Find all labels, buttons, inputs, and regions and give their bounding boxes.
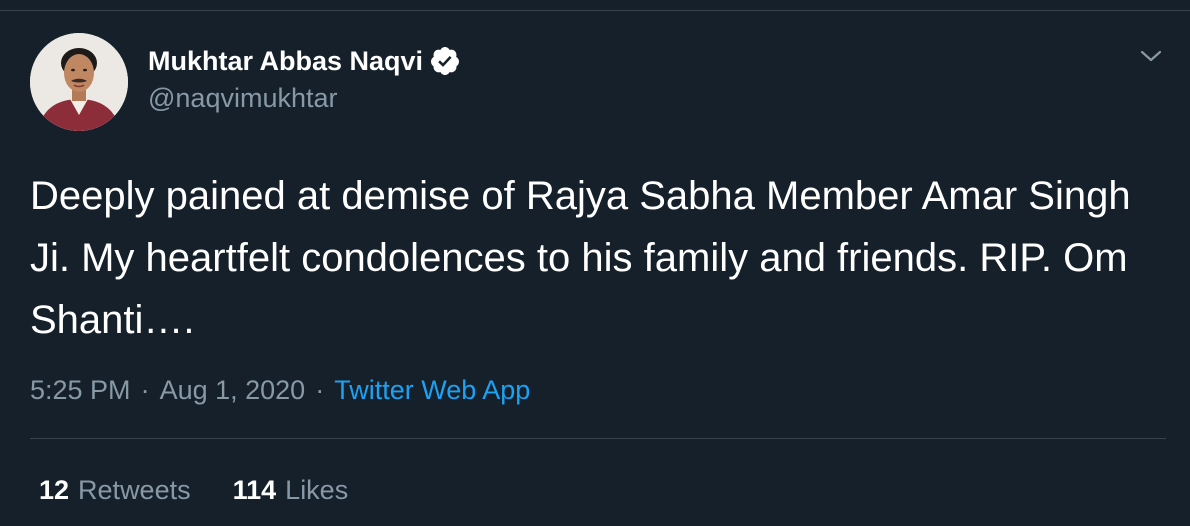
top-divider: [0, 10, 1190, 11]
likes-count: 114: [232, 474, 277, 505]
likes-label: Likes: [285, 474, 349, 505]
tweet-time[interactable]: 5:25 PM: [30, 375, 131, 406]
tweet-stats: 12 Retweets 114 Likes: [39, 470, 348, 510]
author-handle[interactable]: @naqvimukhtar: [148, 83, 338, 114]
author-name-row: Mukhtar Abbas Naqvi: [148, 44, 461, 78]
tweet-card: Mukhtar Abbas Naqvi @naqvimukhtar Deeply…: [0, 0, 1190, 526]
tweet-source-link[interactable]: Twitter Web App: [334, 375, 530, 406]
author-display-name[interactable]: Mukhtar Abbas Naqvi: [148, 46, 423, 77]
likes-stat[interactable]: 114 Likes: [233, 475, 349, 506]
avatar-photo: [30, 33, 128, 131]
retweets-count: 12: [39, 474, 70, 505]
avatar[interactable]: [30, 33, 128, 131]
stats-divider: [30, 438, 1166, 439]
tweet-meta: 5:25 PM · Aug 1, 2020 · Twitter Web App: [30, 370, 530, 410]
chevron-down-icon[interactable]: [1136, 44, 1166, 68]
verified-badge-icon: [431, 47, 460, 75]
meta-separator: ·: [140, 374, 150, 405]
retweets-stat[interactable]: 12 Retweets: [39, 475, 191, 506]
tweet-text: Deeply pained at demise of Rajya Sabha M…: [30, 174, 1131, 342]
tweet-date[interactable]: Aug 1, 2020: [160, 375, 306, 406]
retweets-label: Retweets: [78, 474, 191, 505]
meta-separator: ·: [315, 374, 325, 405]
